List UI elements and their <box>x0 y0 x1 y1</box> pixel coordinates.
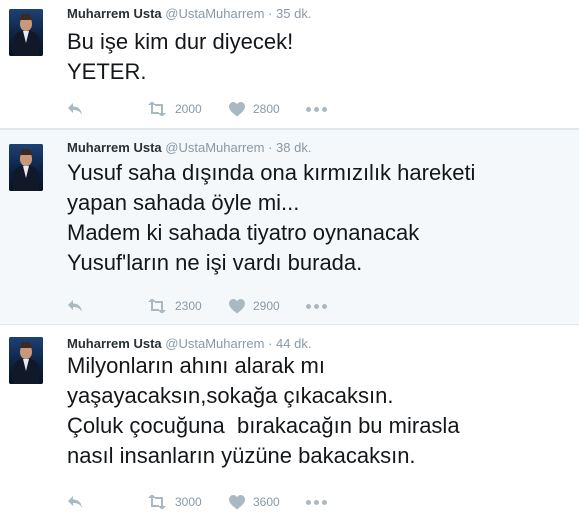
tweet[interactable]: Muharrem Usta @UstaMuharrem · 38 dk. Yus… <box>0 129 579 325</box>
heart-icon <box>229 101 245 116</box>
retweet-count: 3000 <box>175 495 202 509</box>
like-count: 3600 <box>253 495 280 509</box>
tweet-text-line: Milyonların ahını alarak mı <box>67 353 325 378</box>
tweet-text-line: nasıl insanların yüzüne bakacaksın. <box>67 443 416 468</box>
more-button[interactable] <box>306 296 327 316</box>
retweet-icon <box>148 495 166 509</box>
reply-button[interactable] <box>67 296 83 316</box>
author-handle[interactable]: @UstaMuharrem <box>165 140 264 155</box>
timestamp[interactable]: 44 dk. <box>276 336 311 351</box>
like-count: 2900 <box>253 299 280 313</box>
more-dots-icon <box>306 106 327 112</box>
tweet-text: Bu işe kim dur diyecek! YETER. <box>67 27 572 87</box>
avatar[interactable] <box>9 337 43 384</box>
tweet-header: Muharrem Usta @UstaMuharrem · 38 dk. <box>67 139 311 157</box>
author-name[interactable]: Muharrem Usta <box>67 336 162 351</box>
tweet-text-line: Madem ki sahada tiyatro oynanacak <box>67 220 420 245</box>
author-name[interactable]: Muharrem Usta <box>67 140 162 155</box>
like-button[interactable]: 2800 <box>229 99 280 119</box>
author-name[interactable]: Muharrem Usta <box>67 6 162 21</box>
timestamp[interactable]: 38 dk. <box>276 140 311 155</box>
retweet-button[interactable]: 3000 <box>147 492 202 512</box>
like-button[interactable]: 3600 <box>229 492 280 512</box>
retweet-icon <box>148 299 166 313</box>
more-dots-icon <box>306 499 327 505</box>
tweet-text: Milyonların ahını alarak mı yaşayacaksın… <box>67 351 572 471</box>
tweet-text-line: Çoluk çocuğuna bırakacağın bu mirasla <box>67 413 460 438</box>
tweet-text: Yusuf saha dışında ona kırmızılık hareke… <box>67 158 572 278</box>
tweet-text-line: yapan sahada öyle mi... <box>67 190 300 215</box>
retweet-count: 2300 <box>175 299 202 313</box>
tweet[interactable]: Muharrem Usta @UstaMuharrem · 35 dk. Bu … <box>0 0 579 129</box>
tweet-text-line: Yusuf saha dışında ona kırmızılık hareke… <box>67 160 476 185</box>
reply-arrow-icon <box>68 300 82 312</box>
tweet-header: Muharrem Usta @UstaMuharrem · 35 dk. <box>67 5 311 23</box>
avatar[interactable] <box>9 9 43 56</box>
reply-arrow-icon <box>68 103 82 115</box>
more-button[interactable] <box>306 99 327 119</box>
retweet-button[interactable]: 2000 <box>147 99 202 119</box>
more-dots-icon <box>306 303 327 309</box>
tweet-text-line: Yusuf'ların ne işi vardı burada. <box>67 250 363 275</box>
tweet-text-line: Bu işe kim dur diyecek! <box>67 29 294 54</box>
retweet-count: 2000 <box>175 102 202 116</box>
tweet[interactable]: Muharrem Usta @UstaMuharrem · 44 dk. Mil… <box>0 325 579 523</box>
retweet-button[interactable]: 2300 <box>147 296 202 316</box>
tweet-text-line: yaşayacaksın,sokağa çıkacaksın. <box>67 383 394 408</box>
author-handle[interactable]: @UstaMuharrem <box>165 336 264 351</box>
like-button[interactable]: 2900 <box>229 296 280 316</box>
more-button[interactable] <box>306 492 327 512</box>
reply-button[interactable] <box>67 492 83 512</box>
separator: · <box>268 140 273 155</box>
author-handle[interactable]: @UstaMuharrem <box>165 6 264 21</box>
tweet-text-line: YETER. <box>67 59 147 84</box>
heart-icon <box>229 494 245 509</box>
retweet-icon <box>148 102 166 116</box>
reply-arrow-icon <box>68 496 82 508</box>
heart-icon <box>229 298 245 313</box>
separator: · <box>268 6 273 21</box>
avatar[interactable] <box>9 144 43 191</box>
timestamp[interactable]: 35 dk. <box>276 6 311 21</box>
like-count: 2800 <box>253 102 280 116</box>
separator: · <box>268 336 273 351</box>
reply-button[interactable] <box>67 99 83 119</box>
